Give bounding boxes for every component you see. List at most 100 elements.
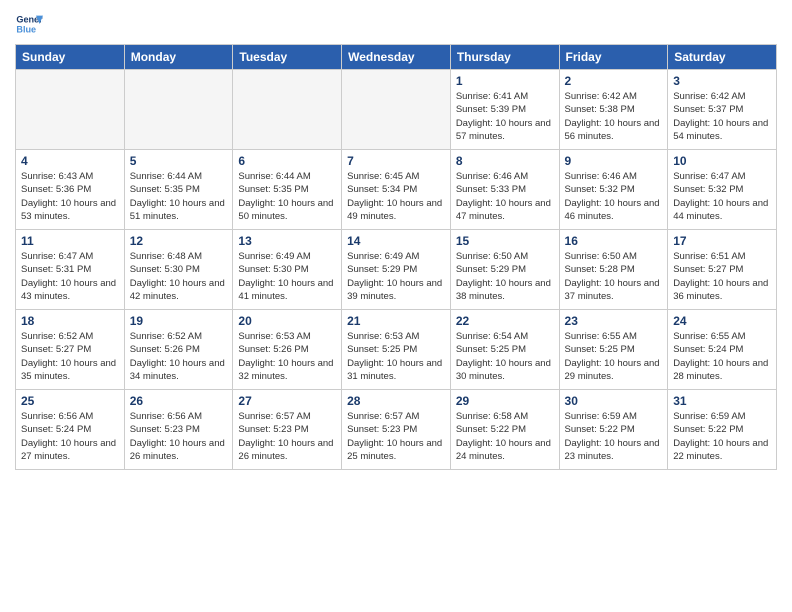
calendar-cell: 19 Sunrise: 6:52 AMSunset: 5:26 PMDayligh… [124, 310, 233, 390]
calendar-cell: 5 Sunrise: 6:44 AMSunset: 5:35 PMDaylight… [124, 150, 233, 230]
calendar-cell: 31Sunrise: 6:59 AMSunset: 5:22 PMDayligh… [668, 390, 777, 470]
calendar-cell: 4Sunrise: 6:43 AMSunset: 5:36 PMDaylight… [16, 150, 125, 230]
logo: General Blue [15, 10, 47, 38]
day-info: Sunrise: 6:53 AMSunset: 5:26 PMDaylight:… [238, 330, 336, 383]
day-number: 1 [456, 74, 554, 88]
day-number: 30 [565, 394, 663, 408]
calendar-cell: 3 Sunrise: 6:42 AMSunset: 5:37 PMDaylight… [668, 70, 777, 150]
calendar-cell: 14 Sunrise: 6:49 AMSunset: 5:29 PMDayligh… [342, 230, 451, 310]
day-number: 7 [347, 154, 445, 168]
day-number: 28 [347, 394, 445, 408]
day-info: Sunrise: 6:44 AMSunset: 5:35 PMDaylight:… [130, 170, 228, 223]
day-header-thursday: Thursday [450, 45, 559, 70]
calendar-cell [233, 70, 342, 150]
day-info: Sunrise: 6:49 AMSunset: 5:30 PMDaylight:… [238, 250, 336, 303]
day-number: 16 [565, 234, 663, 248]
calendar-cell [124, 70, 233, 150]
calendar-cell: 2 Sunrise: 6:42 AMSunset: 5:38 PMDaylight… [559, 70, 668, 150]
day-header-saturday: Saturday [668, 45, 777, 70]
day-info: Sunrise: 6:57 AMSunset: 5:23 PMDaylight:… [347, 410, 445, 463]
calendar-header-row: SundayMondayTuesdayWednesdayThursdayFrid… [16, 45, 777, 70]
day-info: Sunrise: 6:57 AMSunset: 5:23 PMDaylight:… [238, 410, 336, 463]
day-info: Sunrise: 6:41 AMSunset: 5:39 PMDaylight:… [456, 90, 554, 143]
calendar-cell: 26 Sunrise: 6:56 AMSunset: 5:23 PMDayligh… [124, 390, 233, 470]
logo-icon: General Blue [15, 10, 43, 38]
day-info: Sunrise: 6:43 AMSunset: 5:36 PMDaylight:… [21, 170, 119, 223]
calendar-cell: 17Sunrise: 6:51 AMSunset: 5:27 PMDayligh… [668, 230, 777, 310]
calendar-cell: 21Sunrise: 6:53 AMSunset: 5:25 PMDayligh… [342, 310, 451, 390]
week-row-4: 18 Sunrise: 6:52 AMSunset: 5:27 PMDayligh… [16, 310, 777, 390]
day-info: Sunrise: 6:50 AMSunset: 5:29 PMDaylight:… [456, 250, 554, 303]
day-number: 13 [238, 234, 336, 248]
calendar-cell: 29 Sunrise: 6:58 AMSunset: 5:22 PMDayligh… [450, 390, 559, 470]
calendar-cell: 30 Sunrise: 6:59 AMSunset: 5:22 PMDayligh… [559, 390, 668, 470]
day-info: Sunrise: 6:56 AMSunset: 5:23 PMDaylight:… [130, 410, 228, 463]
day-info: Sunrise: 6:50 AMSunset: 5:28 PMDaylight:… [565, 250, 663, 303]
day-info: Sunrise: 6:49 AMSunset: 5:29 PMDaylight:… [347, 250, 445, 303]
calendar-cell: 1 Sunrise: 6:41 AMSunset: 5:39 PMDaylight… [450, 70, 559, 150]
day-info: Sunrise: 6:53 AMSunset: 5:25 PMDaylight:… [347, 330, 445, 383]
calendar-cell: 11Sunrise: 6:47 AMSunset: 5:31 PMDayligh… [16, 230, 125, 310]
calendar-cell: 13 Sunrise: 6:49 AMSunset: 5:30 PMDayligh… [233, 230, 342, 310]
week-row-1: 1 Sunrise: 6:41 AMSunset: 5:39 PMDaylight… [16, 70, 777, 150]
day-header-monday: Monday [124, 45, 233, 70]
day-number: 8 [456, 154, 554, 168]
day-number: 2 [565, 74, 663, 88]
calendar-cell: 22Sunrise: 6:54 AMSunset: 5:25 PMDayligh… [450, 310, 559, 390]
day-number: 12 [130, 234, 228, 248]
day-info: Sunrise: 6:42 AMSunset: 5:37 PMDaylight:… [673, 90, 771, 143]
day-number: 29 [456, 394, 554, 408]
day-header-sunday: Sunday [16, 45, 125, 70]
calendar-cell: 20Sunrise: 6:53 AMSunset: 5:26 PMDayligh… [233, 310, 342, 390]
day-number: 14 [347, 234, 445, 248]
calendar-cell: 10 Sunrise: 6:47 AMSunset: 5:32 PMDayligh… [668, 150, 777, 230]
day-header-friday: Friday [559, 45, 668, 70]
calendar-cell: 6Sunrise: 6:44 AMSunset: 5:35 PMDaylight… [233, 150, 342, 230]
week-row-5: 25 Sunrise: 6:56 AMSunset: 5:24 PMDayligh… [16, 390, 777, 470]
day-header-wednesday: Wednesday [342, 45, 451, 70]
day-number: 10 [673, 154, 771, 168]
calendar-table: SundayMondayTuesdayWednesdayThursdayFrid… [15, 44, 777, 470]
day-number: 5 [130, 154, 228, 168]
day-info: Sunrise: 6:55 AMSunset: 5:25 PMDaylight:… [565, 330, 663, 383]
svg-text:Blue: Blue [16, 24, 36, 34]
page-header: General Blue [15, 10, 777, 38]
day-info: Sunrise: 6:52 AMSunset: 5:27 PMDaylight:… [21, 330, 119, 383]
calendar-cell [16, 70, 125, 150]
day-info: Sunrise: 6:55 AMSunset: 5:24 PMDaylight:… [673, 330, 771, 383]
day-number: 26 [130, 394, 228, 408]
calendar-cell: 25 Sunrise: 6:56 AMSunset: 5:24 PMDayligh… [16, 390, 125, 470]
day-info: Sunrise: 6:48 AMSunset: 5:30 PMDaylight:… [130, 250, 228, 303]
day-info: Sunrise: 6:47 AMSunset: 5:32 PMDaylight:… [673, 170, 771, 223]
day-info: Sunrise: 6:58 AMSunset: 5:22 PMDaylight:… [456, 410, 554, 463]
day-number: 6 [238, 154, 336, 168]
calendar-cell: 18 Sunrise: 6:52 AMSunset: 5:27 PMDayligh… [16, 310, 125, 390]
week-row-2: 4Sunrise: 6:43 AMSunset: 5:36 PMDaylight… [16, 150, 777, 230]
day-info: Sunrise: 6:42 AMSunset: 5:38 PMDaylight:… [565, 90, 663, 143]
day-number: 9 [565, 154, 663, 168]
calendar-cell: 16 Sunrise: 6:50 AMSunset: 5:28 PMDayligh… [559, 230, 668, 310]
day-info: Sunrise: 6:59 AMSunset: 5:22 PMDaylight:… [565, 410, 663, 463]
day-info: Sunrise: 6:47 AMSunset: 5:31 PMDaylight:… [21, 250, 119, 303]
day-info: Sunrise: 6:51 AMSunset: 5:27 PMDaylight:… [673, 250, 771, 303]
calendar-cell: 27 Sunrise: 6:57 AMSunset: 5:23 PMDayligh… [233, 390, 342, 470]
day-info: Sunrise: 6:46 AMSunset: 5:33 PMDaylight:… [456, 170, 554, 223]
week-row-3: 11Sunrise: 6:47 AMSunset: 5:31 PMDayligh… [16, 230, 777, 310]
day-info: Sunrise: 6:56 AMSunset: 5:24 PMDaylight:… [21, 410, 119, 463]
day-info: Sunrise: 6:59 AMSunset: 5:22 PMDaylight:… [673, 410, 771, 463]
day-info: Sunrise: 6:52 AMSunset: 5:26 PMDaylight:… [130, 330, 228, 383]
day-number: 19 [130, 314, 228, 328]
calendar-cell: 7Sunrise: 6:45 AMSunset: 5:34 PMDaylight… [342, 150, 451, 230]
day-number: 18 [21, 314, 119, 328]
day-number: 22 [456, 314, 554, 328]
day-number: 25 [21, 394, 119, 408]
calendar-cell [342, 70, 451, 150]
calendar-cell: 8 Sunrise: 6:46 AMSunset: 5:33 PMDaylight… [450, 150, 559, 230]
calendar-cell: 24Sunrise: 6:55 AMSunset: 5:24 PMDayligh… [668, 310, 777, 390]
day-number: 3 [673, 74, 771, 88]
day-number: 27 [238, 394, 336, 408]
day-number: 15 [456, 234, 554, 248]
day-info: Sunrise: 6:46 AMSunset: 5:32 PMDaylight:… [565, 170, 663, 223]
calendar-cell: 9 Sunrise: 6:46 AMSunset: 5:32 PMDaylight… [559, 150, 668, 230]
calendar-cell: 15 Sunrise: 6:50 AMSunset: 5:29 PMDayligh… [450, 230, 559, 310]
